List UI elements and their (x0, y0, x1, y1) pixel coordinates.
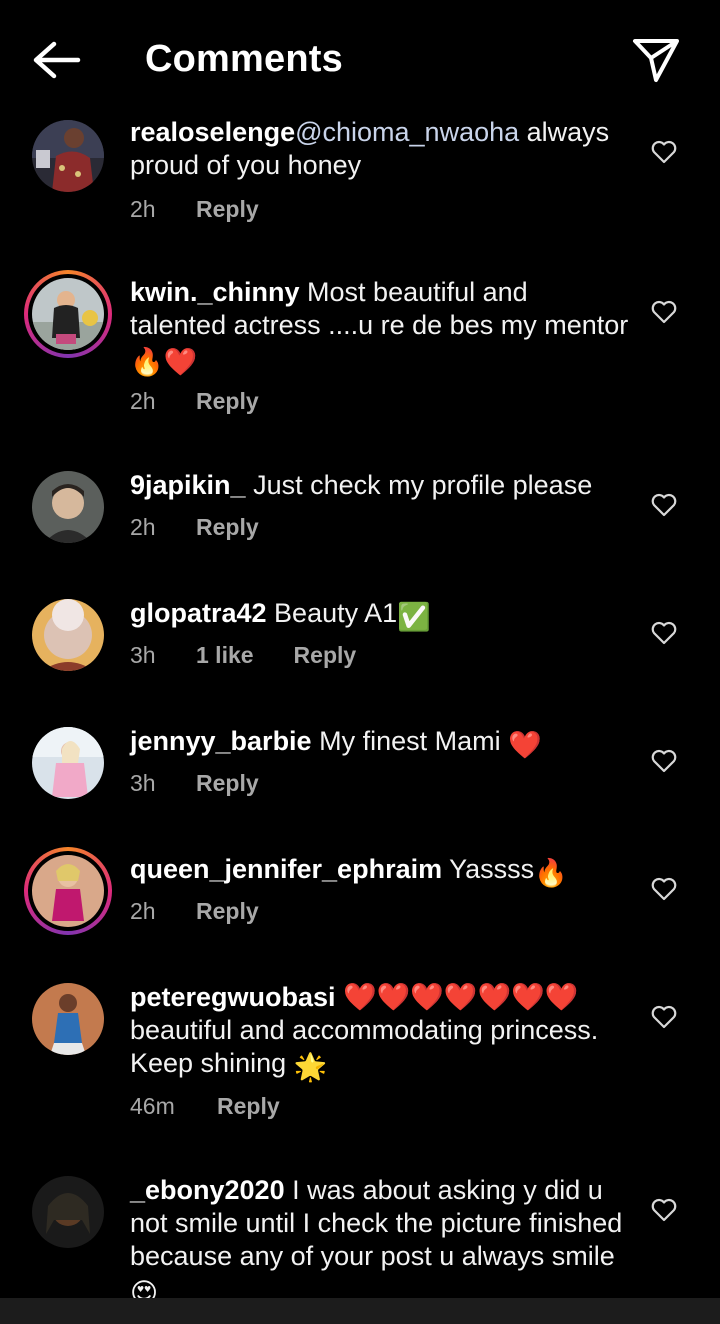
reply-button[interactable]: Reply (196, 514, 259, 541)
reply-button[interactable]: Reply (217, 1093, 280, 1120)
heart-icon[interactable] (651, 493, 677, 517)
heart-icon[interactable] (651, 300, 677, 324)
emoji-heart-eyes: 😍 (130, 1278, 159, 1300)
comment-body: My finest Mami (311, 726, 509, 756)
heart-icon[interactable] (651, 140, 677, 164)
comment-username[interactable]: glopatra42 (130, 598, 267, 628)
comment-meta: 2h Reply (130, 196, 259, 223)
comment-time: 2h (130, 514, 156, 540)
page-title: Comments (145, 38, 343, 80)
arrow-left-icon (33, 41, 81, 79)
story-ring[interactable] (24, 270, 112, 358)
back-button[interactable] (30, 38, 84, 82)
emoji-fire-heart: 🔥❤️ (130, 347, 198, 377)
comment-username[interactable]: peteregwuobasi (130, 982, 336, 1012)
comment-meta: 2h Reply (130, 514, 259, 541)
comment-body: Beauty A1 (266, 598, 398, 628)
comment-meta: 2h Reply (130, 388, 259, 415)
emoji-fire: 🔥 (534, 858, 568, 888)
mention-link[interactable]: @chioma_nwaoha (295, 117, 519, 147)
comment-text: _ebony2020 I was about asking y did u no… (130, 1174, 630, 1300)
reply-button[interactable]: Reply (196, 196, 259, 223)
comment-username[interactable]: realoselenge (130, 117, 295, 147)
comment-body: Just check my profile please (245, 470, 593, 500)
avatar[interactable] (32, 599, 104, 671)
header: Comments (0, 0, 720, 115)
comment-text: kwin._chinny Most beautiful and talented… (130, 276, 630, 379)
heart-icon[interactable] (651, 749, 677, 773)
comment-time: 3h (130, 770, 156, 796)
comment-username[interactable]: 9japikin_ (130, 470, 246, 500)
comment-meta: 46m Reply (130, 1093, 280, 1120)
emoji-star: 🌟 (293, 1052, 328, 1082)
reply-button[interactable]: Reply (196, 770, 259, 797)
comment-time: 2h (130, 898, 156, 924)
comment-time: 46m (130, 1093, 175, 1119)
comment-body: Yassss (442, 854, 535, 884)
comment-text: queen_jennifer_ephraim Yassss🔥 (130, 853, 630, 890)
heart-icon[interactable] (651, 621, 677, 645)
avatar[interactable] (32, 727, 104, 799)
comment-username[interactable]: _ebony2020 (130, 1175, 285, 1205)
comment-input-bar[interactable] (0, 1298, 720, 1324)
comment-text: jennyy_barbie My finest Mami ❤️ (130, 725, 630, 762)
avatar[interactable] (32, 983, 104, 1055)
share-button[interactable] (630, 36, 682, 84)
reply-button[interactable]: Reply (196, 388, 259, 415)
comment-time: 2h (130, 196, 156, 222)
comment-text: glopatra42 Beauty A1✅ (130, 597, 630, 634)
comment-time: 2h (130, 388, 156, 414)
avatar[interactable] (32, 1176, 104, 1248)
emoji-heart: ❤️ (508, 730, 542, 760)
reply-button[interactable]: Reply (196, 898, 259, 925)
heart-icon[interactable] (651, 1198, 677, 1222)
emoji-check: ✅ (397, 602, 431, 632)
comment-username[interactable]: kwin._chinny (130, 277, 300, 307)
avatar (32, 278, 104, 350)
avatar[interactable] (32, 120, 104, 192)
story-ring[interactable] (24, 847, 112, 935)
send-icon (633, 39, 679, 82)
comment-username[interactable]: jennyy_barbie (130, 726, 312, 756)
comment-time: 3h (130, 642, 156, 668)
avatar[interactable] (32, 471, 104, 543)
comment-text: realoselenge@chioma_nwaoha always proud … (130, 116, 630, 182)
comment-text: peteregwuobasi ❤️❤️❤️❤️❤️❤️❤️ beautiful … (130, 981, 630, 1084)
avatar (32, 855, 104, 927)
comment-text: 9japikin_ Just check my profile please (130, 469, 630, 502)
reply-button[interactable]: Reply (294, 642, 357, 669)
comment-username[interactable]: queen_jennifer_ephraim (130, 854, 442, 884)
heart-icon[interactable] (651, 877, 677, 901)
comment-meta: 3h Reply (130, 770, 259, 797)
comment-meta: 3h 1 like Reply (130, 642, 356, 669)
heart-icon[interactable] (651, 1005, 677, 1029)
comments-list: realoselenge@chioma_nwaoha always proud … (0, 110, 720, 1300)
likes-count[interactable]: 1 like (196, 642, 254, 669)
comment-meta: 2h Reply (130, 898, 259, 925)
